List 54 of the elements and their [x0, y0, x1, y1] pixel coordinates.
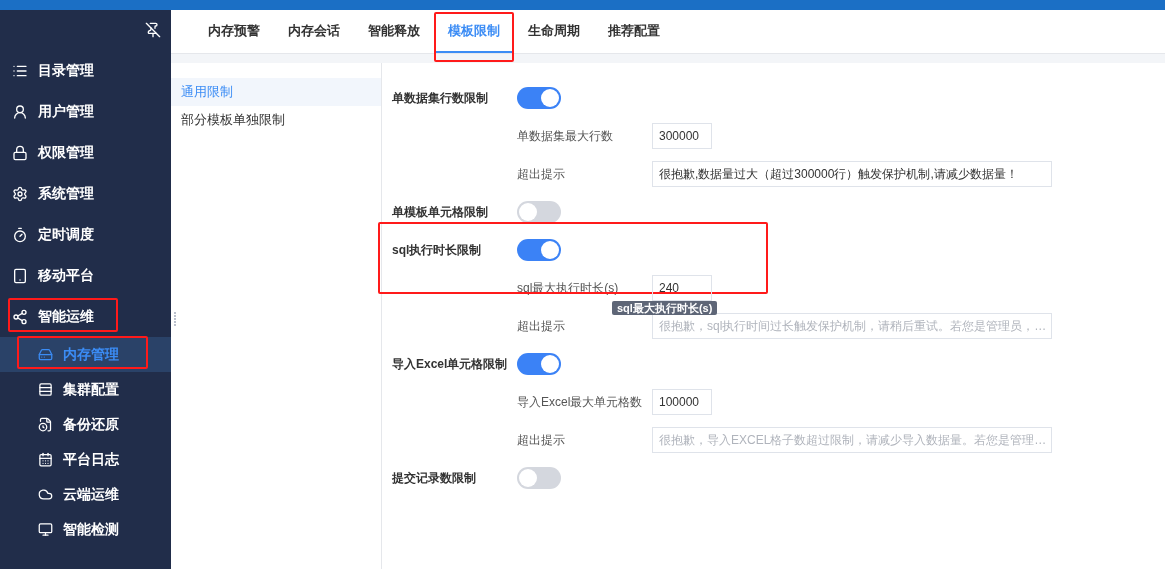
field-label: 超出提示 — [517, 166, 566, 183]
tab[interactable]: 内存会话 — [276, 10, 352, 53]
gear-icon — [12, 185, 28, 202]
sidebar-subitem[interactable]: 智能检测 — [0, 512, 171, 547]
lock-icon — [12, 144, 28, 161]
setting-label: sql执行时长限制 — [392, 242, 483, 259]
input-field[interactable]: 240 — [652, 275, 712, 301]
sidebar-subitem[interactable]: 云端运维 — [0, 477, 171, 512]
field-label: 导入Excel最大单元格数 — [517, 394, 644, 411]
input-field[interactable]: 很抱歉,数据量过大（超过300000行）触发保护机制,请减少数据量！ — [652, 161, 1052, 188]
timer-icon — [12, 226, 28, 243]
tablet-icon — [12, 267, 28, 284]
sidebar-subitem[interactable]: 集群配置 — [0, 372, 171, 407]
sidebar-item[interactable]: 目录管理 — [0, 50, 171, 91]
splitter-grip-icon[interactable] — [173, 312, 177, 326]
sidebar-item[interactable]: 智能运维 — [0, 296, 171, 337]
field-label: 超出提示 — [517, 318, 566, 335]
tooltip: sql最大执行时长(s) — [612, 301, 718, 315]
sidebar-item[interactable]: 用户管理 — [0, 91, 171, 132]
user-icon — [12, 103, 28, 120]
setting-label: 单模板单元格限制 — [392, 204, 489, 221]
tab[interactable]: 内存预警 — [196, 10, 272, 53]
calendar-icon — [38, 452, 53, 467]
cloud-icon — [38, 487, 53, 502]
input-field[interactable]: 很抱歉，sql执行时间过长触发保护机制，请稍后重试。若您是管理员，… — [652, 313, 1052, 339]
tab[interactable]: 生命周期 — [516, 10, 592, 53]
tab[interactable]: 智能释放 — [356, 10, 432, 53]
sidebar-item[interactable]: 系统管理 — [0, 173, 171, 214]
file-clock-icon — [38, 417, 53, 432]
input-field[interactable]: 100000 — [652, 389, 712, 415]
sidebar-item[interactable]: 定时调度 — [0, 214, 171, 255]
toggle-switch[interactable] — [517, 87, 561, 109]
field-label: 单数据集最大行数 — [517, 128, 614, 145]
setting-label: 单数据集行数限制 — [392, 90, 489, 107]
unpin-icon[interactable] — [145, 22, 161, 38]
submenu-item[interactable]: 部分模板单独限制 — [171, 106, 381, 134]
toggle-switch[interactable] — [517, 201, 561, 223]
rows-icon — [38, 382, 53, 397]
input-field[interactable]: 300000 — [652, 123, 712, 149]
sidebar-item[interactable]: 移动平台 — [0, 255, 171, 296]
toggle-switch[interactable] — [517, 239, 561, 261]
nodes-icon — [12, 308, 28, 325]
drive-icon — [38, 347, 53, 362]
monitor-icon — [38, 522, 53, 537]
setting-label: 提交记录数限制 — [392, 470, 477, 487]
sidebar-item[interactable]: 权限管理 — [0, 132, 171, 173]
tab[interactable]: 推荐配置 — [596, 10, 672, 53]
sidebar-subitem[interactable]: 平台日志 — [0, 442, 171, 477]
sidebar-subitem[interactable]: 备份还原 — [0, 407, 171, 442]
toggle-switch[interactable] — [517, 467, 561, 489]
field-label: 超出提示 — [517, 432, 566, 449]
input-field[interactable]: 很抱歉，导入EXCEL格子数超过限制，请减少导入数据量。若您是管理… — [652, 427, 1052, 453]
toggle-switch[interactable] — [517, 353, 561, 375]
setting-label: 导入Excel单元格限制 — [392, 356, 509, 373]
